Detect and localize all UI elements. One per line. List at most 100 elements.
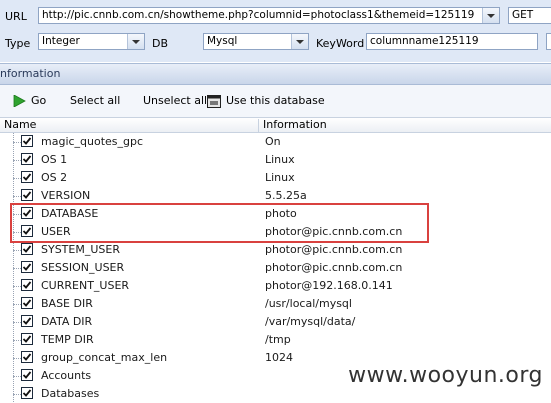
check-icon <box>22 137 32 145</box>
row-name: OS 2 <box>41 171 68 184</box>
unselect-all-button[interactable]: Unselect all <box>143 93 207 109</box>
method-value: GET <box>512 9 534 21</box>
db-dropdown-button[interactable] <box>291 34 308 49</box>
check-icon <box>22 263 32 271</box>
row-name: Accounts <box>41 369 92 382</box>
row-checkbox[interactable] <box>21 153 33 165</box>
db-select[interactable]: Mysql <box>203 33 309 50</box>
check-icon <box>22 281 32 289</box>
db-label: DB <box>152 37 169 50</box>
tree-connector <box>13 376 21 377</box>
section-title: nformation <box>0 67 61 80</box>
tree-connector <box>13 268 21 269</box>
tree-connector <box>13 358 21 359</box>
row-information: photor@192.168.0.141 <box>265 279 393 292</box>
row-checkbox[interactable] <box>21 261 33 273</box>
row-name: CURRENT_USER <box>41 279 130 292</box>
row-name: DATA DIR <box>41 315 93 328</box>
row-checkbox[interactable] <box>21 333 33 345</box>
extra-control[interactable] <box>546 33 551 50</box>
row-name: group_concat_max_len <box>41 351 168 364</box>
row-name: SESSION_USER <box>41 261 125 274</box>
table-row[interactable]: BASE DIR/usr/local/mysql <box>0 295 551 313</box>
row-information: photor@pic.cnnb.com.cn <box>265 243 403 256</box>
table-row[interactable]: DATA DIR/var/mysql/data/ <box>0 313 551 331</box>
check-icon <box>22 155 32 163</box>
row-checkbox[interactable] <box>21 369 33 381</box>
url-input[interactable]: http://pic.cnnb.com.cn/showtheme.php?col… <box>38 7 500 24</box>
row-information: 1024 <box>265 351 293 364</box>
row-information: photor@pic.cnnb.com.cn <box>265 261 403 274</box>
row-checkbox[interactable] <box>21 207 33 219</box>
row-checkbox[interactable] <box>21 135 33 147</box>
select-all-label: Select all <box>70 94 121 107</box>
check-icon <box>22 299 32 307</box>
column-name-header[interactable]: Name <box>4 118 36 132</box>
type-label: Type <box>5 37 31 50</box>
row-name: Databases <box>41 387 100 400</box>
row-checkbox[interactable] <box>21 351 33 363</box>
row-information: photor@pic.cnnb.com.cn <box>265 225 403 238</box>
keyword-input[interactable]: columnname125119 <box>366 33 538 50</box>
check-icon <box>22 371 32 379</box>
table-row[interactable]: OS 2 Linux <box>0 169 551 187</box>
check-icon <box>22 191 32 199</box>
information-section-header: nformation <box>0 63 551 85</box>
table-row[interactable]: magic_quotes_gpc On <box>0 133 551 151</box>
chevron-down-icon <box>132 39 140 44</box>
row-checkbox[interactable] <box>21 315 33 327</box>
row-checkbox[interactable] <box>21 189 33 201</box>
type-value: Integer <box>42 35 80 47</box>
column-info-header[interactable]: Information <box>263 118 327 132</box>
chevron-down-icon <box>487 13 495 18</box>
row-name: TEMP DIR <box>41 333 94 346</box>
tree-connector <box>13 250 21 251</box>
row-information: /tmp <box>265 333 291 346</box>
select-all-button[interactable]: Select all <box>70 93 120 109</box>
table-row[interactable]: OS 1 Linux <box>0 151 551 169</box>
row-name: USER <box>41 225 71 238</box>
table-row[interactable]: SESSION_USER photor@pic.cnnb.com.cn <box>0 259 551 277</box>
check-icon <box>22 353 32 361</box>
row-information: Linux <box>265 153 295 166</box>
watermark: www.wooyun.org <box>348 363 543 388</box>
row-name: magic_quotes_gpc <box>41 135 144 148</box>
tree-connector <box>13 160 21 161</box>
table-row[interactable]: TEMP DIR/tmp <box>0 331 551 349</box>
type-dropdown-button[interactable] <box>127 34 144 49</box>
use-database-button[interactable]: Use this database <box>207 93 325 109</box>
tree-connector <box>13 286 21 287</box>
table-row[interactable]: CURRENT_USER photor@192.168.0.141 <box>0 277 551 295</box>
row-checkbox[interactable] <box>21 171 33 183</box>
db-value: Mysql <box>207 35 238 47</box>
parameter-panel: URL http://pic.cnnb.com.cn/showtheme.php… <box>0 0 551 62</box>
row-checkbox[interactable] <box>21 387 33 399</box>
table-row[interactable]: USER photor@pic.cnnb.com.cn <box>0 223 551 241</box>
tree-connector <box>13 340 21 341</box>
column-divider[interactable] <box>258 119 259 132</box>
row-information: photo <box>265 207 297 220</box>
row-checkbox[interactable] <box>21 225 33 237</box>
row-checkbox[interactable] <box>21 243 33 255</box>
table-row[interactable]: SYSTEM_USER photor@pic.cnnb.com.cn <box>0 241 551 259</box>
use-database-label: Use this database <box>226 94 325 107</box>
row-name: DATABASE <box>41 207 99 220</box>
row-checkbox[interactable] <box>21 279 33 291</box>
go-button[interactable]: Go <box>13 93 46 109</box>
row-checkbox[interactable] <box>21 297 33 309</box>
method-select[interactable]: GET <box>508 7 551 24</box>
keyword-label: KeyWord <box>316 37 365 50</box>
tree-connector <box>13 304 21 305</box>
table-row[interactable]: VERSION 5.5.25a <box>0 187 551 205</box>
url-dropdown-button[interactable] <box>482 8 499 23</box>
play-icon <box>13 95 26 107</box>
row-information: /var/mysql/data/ <box>265 315 356 328</box>
row-information: /usr/local/mysql <box>265 297 352 310</box>
tree-connector <box>13 214 21 215</box>
check-icon <box>22 245 32 253</box>
database-window-icon <box>207 94 221 108</box>
row-information: On <box>265 135 281 148</box>
type-select[interactable]: Integer <box>38 33 145 50</box>
table-row[interactable]: DATABASE photo <box>0 205 551 223</box>
go-label: Go <box>31 94 47 107</box>
